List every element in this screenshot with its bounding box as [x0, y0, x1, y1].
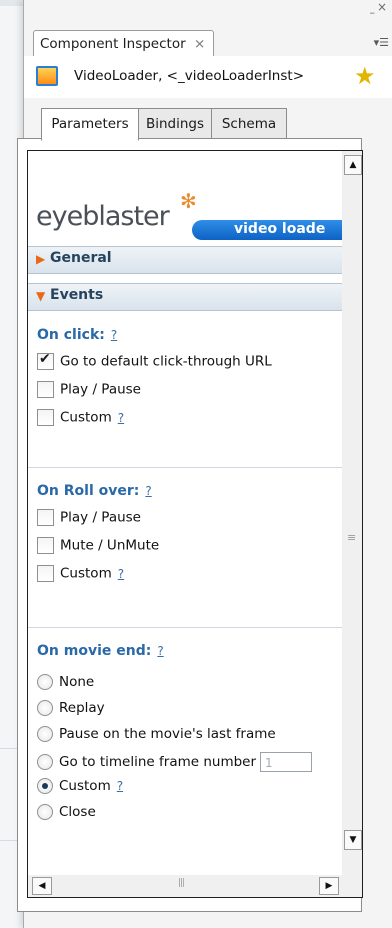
option-label: Custom [59, 778, 111, 794]
custom-help-link[interactable]: ? [117, 779, 123, 793]
custom-help-link[interactable]: ? [118, 567, 124, 581]
radio-button[interactable] [37, 754, 53, 770]
tab-label: Component Inspector [40, 36, 186, 52]
movie-end-option-goto-frame[interactable]: Go to timeline frame number 1 [37, 752, 313, 772]
tab-bindings[interactable]: Bindings [137, 108, 213, 140]
checkbox[interactable] [37, 409, 54, 426]
radio-button[interactable] [37, 778, 53, 794]
movie-end-option-pause-last-frame[interactable]: Pause on the movie's last frame [37, 726, 276, 746]
section-general-title: General [50, 250, 112, 266]
on-click-label: On click: [37, 327, 105, 343]
section-general[interactable]: ▶ General [28, 246, 343, 274]
panel-tab-bar: Component Inspector × [24, 26, 392, 58]
section-divider [28, 627, 343, 628]
option-label: Replay [59, 700, 105, 716]
frame-number-input[interactable]: 1 [260, 752, 313, 772]
option-label: Custom [60, 565, 112, 582]
movie-end-option-close[interactable]: Close [37, 804, 96, 824]
checkbox[interactable] [37, 381, 54, 398]
movieclip-icon [36, 66, 58, 86]
eyeblaster-logo: eyeblaster [36, 201, 170, 232]
horizontal-scrollbar[interactable]: ◀ ||| ▶ [27, 875, 344, 898]
close-tab-icon[interactable]: × [194, 36, 205, 52]
on-click-option-default-url[interactable]: Go to default click-through URL [37, 351, 272, 373]
scroll-left-button[interactable]: ◀ [32, 877, 52, 895]
star-badge-icon: ★ [354, 62, 376, 90]
on-roll-over-option-custom[interactable]: Custom? [37, 565, 124, 585]
on-click-heading: On click:? [37, 327, 117, 343]
section-events-title: Events [50, 287, 104, 303]
custom-help-link[interactable]: ? [118, 411, 124, 425]
scroll-grip-icon: ≡ [347, 531, 357, 544]
on-roll-over-option-play-pause[interactable]: Play / Pause [37, 509, 141, 529]
vertical-scrollbar[interactable]: ▲ ≡ ▼ [342, 150, 363, 877]
expand-arrow-icon: ▶ [36, 252, 46, 266]
on-roll-over-label: On Roll over: [37, 483, 140, 499]
tab-parameters[interactable]: Parameters [41, 108, 139, 141]
on-movie-end-label: On movie end: [37, 643, 152, 659]
window-controls: – × [359, 0, 389, 22]
option-label: Play / Pause [60, 381, 141, 398]
section-events[interactable]: ▼ Events [28, 283, 343, 311]
scroll-down-button[interactable]: ▼ [344, 830, 362, 850]
radio-button[interactable] [37, 804, 53, 820]
close-panel-button[interactable]: × [377, 0, 387, 14]
tab-schema[interactable]: Schema [211, 108, 287, 140]
parameters-scroll-area: eyeblaster ✻ video loade ▶ General ▼ Eve… [27, 150, 344, 877]
on-roll-over-help-link[interactable]: ? [145, 484, 151, 498]
eyeblaster-banner: eyeblaster ✻ video loade [28, 181, 343, 241]
checkbox[interactable] [37, 509, 54, 526]
movie-end-option-replay[interactable]: Replay [37, 700, 105, 720]
on-roll-over-heading: On Roll over:? [37, 483, 152, 499]
option-label: Mute / UnMute [60, 537, 160, 554]
option-label: Go to timeline frame number [59, 754, 257, 770]
logo-star-icon: ✻ [180, 189, 197, 213]
section-divider [28, 467, 343, 468]
on-click-option-play-pause[interactable]: Play / Pause [37, 381, 141, 401]
scroll-right-button[interactable]: ▶ [319, 877, 339, 895]
on-roll-over-option-mute[interactable]: Mute / UnMute [37, 537, 159, 557]
scroll-up-button[interactable]: ▲ [344, 155, 362, 175]
product-label: video loade [234, 221, 326, 237]
checkbox[interactable] [37, 351, 54, 370]
option-label: Play / Pause [60, 509, 141, 526]
option-label: None [59, 674, 95, 690]
option-label: Custom [60, 409, 112, 426]
on-movie-end-heading: On movie end:? [37, 643, 164, 659]
on-click-help-link[interactable]: ? [111, 328, 117, 342]
checkbox[interactable] [37, 565, 54, 582]
movie-end-option-custom[interactable]: Custom? [37, 778, 123, 798]
option-label: Close [59, 804, 96, 820]
checkbox[interactable] [37, 537, 54, 554]
on-movie-end-help-link[interactable]: ? [157, 644, 163, 658]
option-label: Pause on the movie's last frame [59, 726, 276, 742]
collapse-arrow-icon: ▼ [36, 289, 46, 303]
on-click-option-custom[interactable]: Custom? [37, 409, 124, 429]
option-label: Go to default click-through URL [60, 353, 272, 370]
panel-menu-icon[interactable]: ▾☰ [374, 36, 389, 49]
radio-button[interactable] [37, 726, 53, 742]
radio-button[interactable] [37, 674, 53, 690]
component-name: VideoLoader, <_videoLoaderInst> [74, 68, 305, 84]
minimize-button[interactable]: – [370, 6, 376, 19]
radio-button[interactable] [37, 700, 53, 716]
movie-end-option-none[interactable]: None [37, 674, 94, 694]
scrollbar-corner [342, 875, 363, 898]
tab-component-inspector[interactable]: Component Inspector × [33, 30, 215, 58]
component-header: VideoLoader, <_videoLoaderInst> ★ [24, 56, 392, 98]
scroll-grip-icon: ||| [178, 878, 185, 888]
